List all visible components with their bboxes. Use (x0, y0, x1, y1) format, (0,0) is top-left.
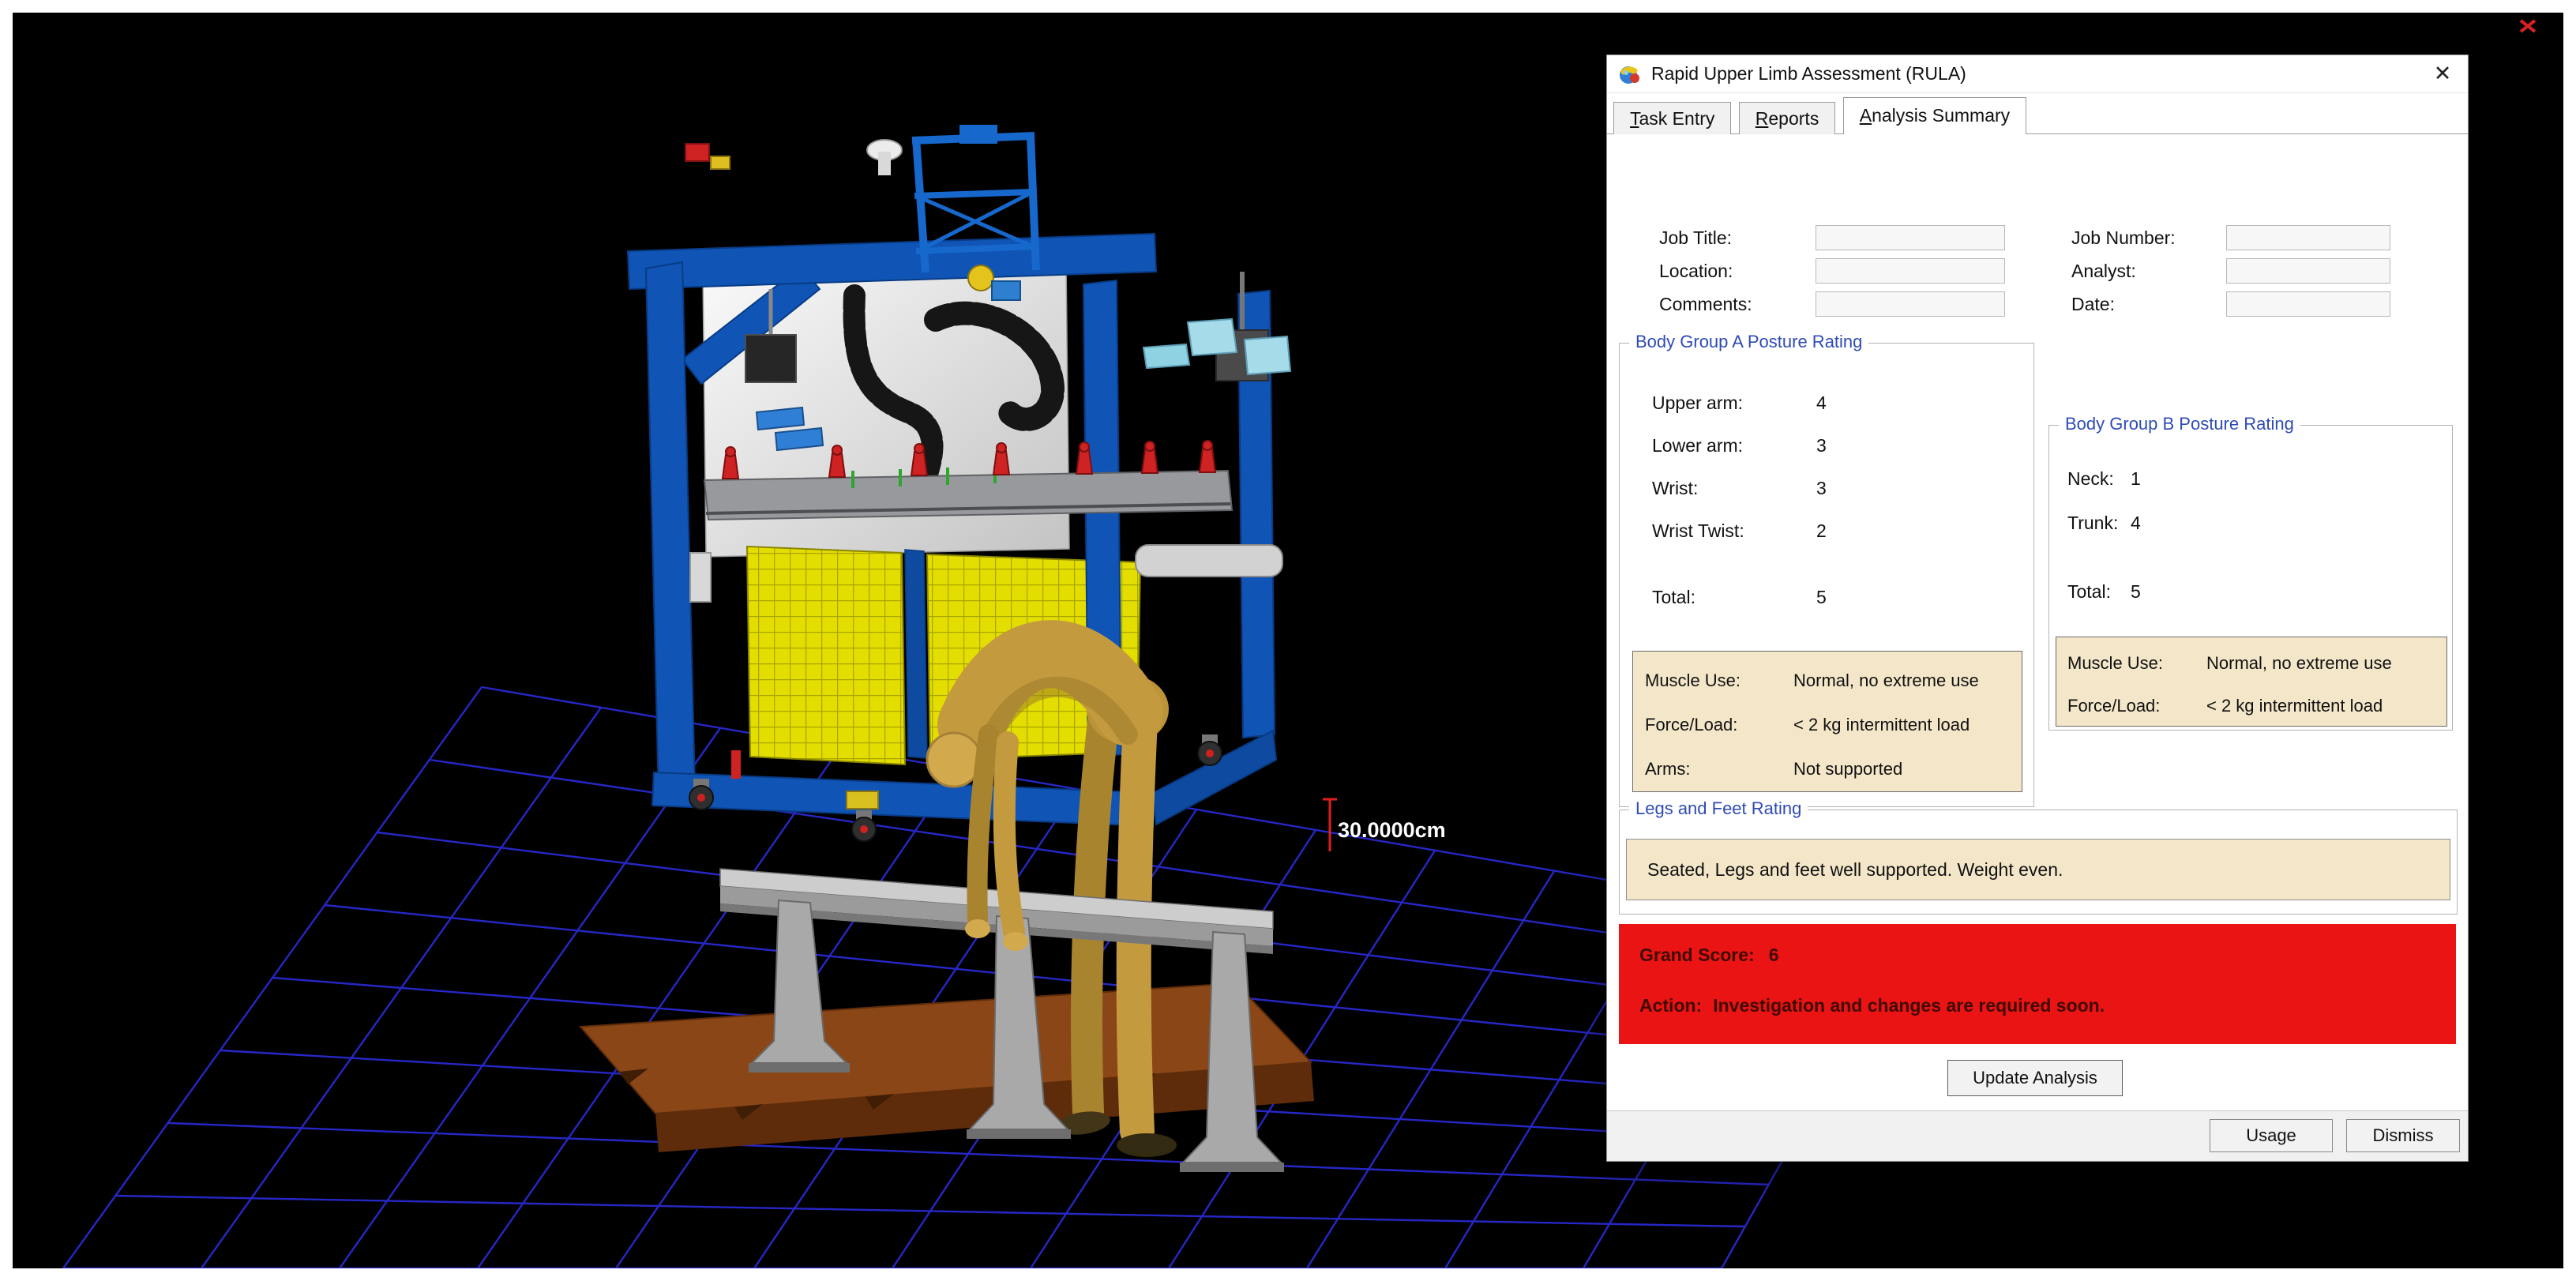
mesh-panel-left (747, 547, 905, 764)
legs-feet-text: Seated, Legs and feet well supported. We… (1626, 839, 2450, 900)
legs-feet-title: Legs and Feet Rating (1629, 798, 1808, 819)
location-label: Location: (1659, 257, 1816, 284)
group-a-posture-rating: Body Group A Posture Rating Upper arm:4 … (1619, 343, 2034, 807)
dialog-titlebar[interactable]: Rapid Upper Limb Assessment (RULA) ✕ (1607, 55, 2468, 93)
group-a-total: 5 (1816, 587, 1827, 607)
action-label: Action: (1639, 995, 1702, 1016)
date-input[interactable] (2226, 291, 2390, 317)
tab-analysis-summary[interactable]: Analysis Summary (1843, 97, 2026, 134)
wrist-twist-score: 2 (1816, 520, 1827, 541)
group-b-posture-rating: Body Group B Posture Rating Neck:1 Trunk… (2048, 425, 2453, 731)
dismiss-button[interactable]: Dismiss (2346, 1119, 2460, 1152)
rating-row: Trunk:4 (2067, 511, 2141, 535)
group-b-total: 5 (2131, 581, 2141, 602)
neck-score: 1 (2131, 468, 2141, 489)
muscle-use-a: Normal, no extreme use (1793, 671, 1979, 690)
comments-label: Comments: (1659, 291, 1816, 317)
info-row: Force/Load:< 2 kg intermittent load (1645, 713, 1970, 737)
rating-row: Wrist Twist:2 (1652, 519, 1827, 543)
tabstrip: Task Entry Reports Analysis Summary (1607, 93, 2468, 134)
group-a-title: Body Group A Posture Rating (1629, 332, 1868, 352)
form-row: Comments: (1659, 289, 2005, 316)
grand-score-line: Grand Score: 6 (1639, 945, 1779, 966)
upper-arm-score: 4 (1816, 393, 1827, 413)
form-row: Analyst: (2071, 256, 2390, 283)
analyst-input[interactable] (2226, 258, 2390, 284)
comments-input[interactable] (1816, 291, 2005, 317)
rating-row: Total:5 (1652, 585, 1827, 609)
measurement-label: 30.0000cm (1338, 818, 1446, 842)
tab-task-entry[interactable]: Task Entry (1613, 102, 1731, 134)
info-row: Arms:Not supported (1645, 757, 1902, 781)
group-a-info-box: Muscle Use:Normal, no extreme use Force/… (1632, 651, 2022, 792)
group-b-info-box: Muscle Use:Normal, no extreme use Force/… (2056, 637, 2447, 727)
usage-button[interactable]: Usage (2210, 1119, 2333, 1152)
rula-dialog: Rapid Upper Limb Assessment (RULA) ✕ Tas… (1606, 54, 2469, 1162)
muscle-use-b: Normal, no extreme use (2206, 653, 2392, 673)
force-load-a: < 2 kg intermittent load (1793, 715, 1970, 734)
grand-score-panel: Grand Score: 6 Action: Investigation and c… (1619, 924, 2456, 1044)
group-b-title: Body Group B Posture Rating (2059, 414, 2300, 434)
info-row: Force/Load:< 2 kg intermittent load (2067, 694, 2383, 718)
job-number-label: Job Number: (2071, 224, 2226, 251)
grand-score-value: 6 (1769, 945, 1779, 965)
rating-row: Lower arm:3 (1652, 434, 1827, 457)
close-icon[interactable]: ✕ (2417, 55, 2468, 92)
job-title-label: Job Title: (1659, 224, 1816, 251)
app-icon (1618, 62, 1642, 86)
form-row: Date: (2071, 289, 2390, 316)
info-row: Muscle Use:Normal, no extreme use (1645, 669, 1979, 693)
rating-row: Neck:1 (2067, 467, 2141, 490)
dialog-bottom-bar: Usage Dismiss (1607, 1110, 2468, 1161)
legs-feet-rating: Legs and Feet Rating Seated, Legs and fe… (1619, 810, 2458, 915)
machine-monitor (745, 335, 796, 382)
rating-row: Upper arm:4 (1652, 391, 1827, 415)
form-row: Job Number: (2071, 223, 2390, 250)
action-line: Action: Investigation and changes are req… (1639, 995, 2105, 1016)
application-window: 30.0000cm Rapid Upper Limb Assessment (R… (0, 0, 2576, 1281)
trunk-score: 4 (2131, 513, 2141, 533)
form-row: Location: (1659, 256, 2005, 283)
form-row: Job Title: (1659, 223, 2005, 250)
rating-row: Wrist:3 (1652, 476, 1827, 500)
arms-support: Not supported (1793, 759, 1902, 779)
update-analysis-button[interactable]: Update Analysis (1947, 1060, 2123, 1096)
tab-reports[interactable]: Reports (1739, 102, 1836, 134)
job-number-input[interactable] (2226, 225, 2390, 250)
force-load-b: < 2 kg intermittent load (2206, 696, 2383, 716)
grand-score-label: Grand Score: (1639, 945, 1755, 965)
info-row: Muscle Use:Normal, no extreme use (2067, 652, 2392, 675)
lower-arm-score: 3 (1816, 435, 1827, 456)
job-title-input[interactable] (1816, 225, 2005, 250)
date-label: Date: (2071, 291, 2226, 317)
wrist-score: 3 (1816, 478, 1827, 498)
analyst-label: Analyst: (2071, 257, 2226, 284)
location-input[interactable] (1816, 258, 2005, 284)
rating-row: Total:5 (2067, 580, 2141, 603)
dialog-title: Rapid Upper Limb Assessment (RULA) (1651, 63, 1966, 85)
action-text: Investigation and changes are required s… (1713, 995, 2105, 1016)
